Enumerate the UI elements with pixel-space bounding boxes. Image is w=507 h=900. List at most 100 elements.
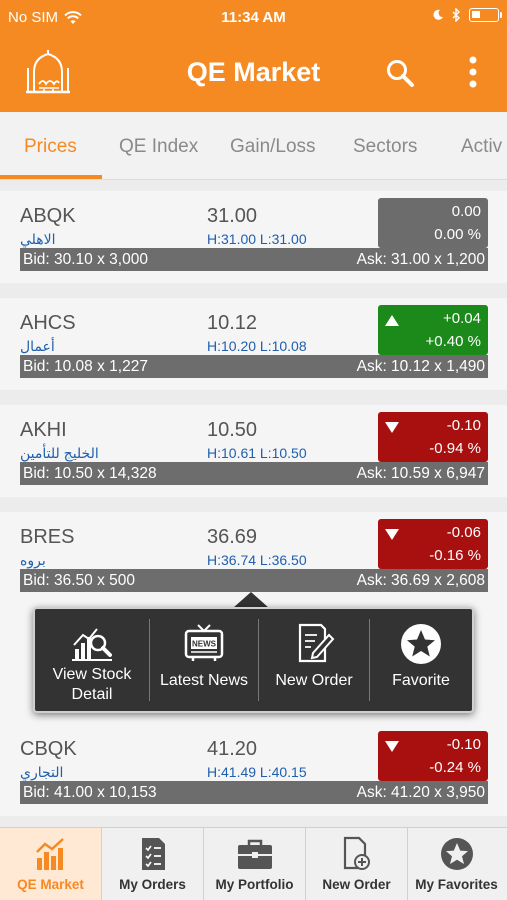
stock-price: 36.69 [207, 526, 258, 548]
stock-high-low: H:41.49 L:40.15 [207, 764, 307, 780]
ask-text: Ask: 10.12 x 1,490 [356, 358, 485, 375]
status-time: 11:34 AM [221, 9, 286, 26]
stock-symbol: BRES [20, 526, 75, 548]
star-circle-icon [401, 624, 441, 664]
news-tv-icon: NEWS [184, 624, 224, 661]
favorite-label: Favorite [392, 672, 450, 689]
app-bar: QE Market [0, 34, 507, 112]
tab-active[interactable]: Activ [461, 136, 502, 158]
arrow-down-icon [385, 741, 399, 752]
bid-text: Bid: 36.50 x 500 [23, 572, 136, 589]
overflow-menu-icon[interactable] [458, 52, 488, 92]
tab-bar: Prices QE Index Gain/Loss Sectors Activ [0, 112, 507, 180]
status-right [432, 8, 502, 22]
nav-my-favorites[interactable]: My Favorites [406, 828, 507, 900]
tab-gain-loss[interactable]: Gain/Loss [230, 136, 316, 158]
new-order-document-icon [343, 836, 370, 870]
bid-ask-bar: Bid: 36.50 x 500 Ask: 36.69 x 2,608 [20, 569, 488, 592]
edit-document-icon [298, 623, 335, 663]
change-amount: 0.00 [451, 203, 481, 220]
ask-text: Ask: 41.20 x 3,950 [356, 784, 485, 801]
change-percent: +0.40 % [425, 333, 481, 350]
orders-list-icon [141, 838, 165, 870]
stock-row[interactable]: CBQK التجاري 41.20 H:41.49 L:40.15 -0.10… [0, 724, 507, 816]
bid-ask-bar: Bid: 10.50 x 14,328 Ask: 10.59 x 6,947 [20, 462, 488, 485]
nav-new-order-label: New Order [322, 877, 391, 892]
stock-symbol: ABQK [20, 205, 76, 227]
change-badge: -0.10 -0.94 % [378, 412, 488, 462]
stock-name-arabic: الخليج للتأمين [20, 445, 99, 461]
change-badge: 0.00 0.00 % [378, 198, 488, 248]
status-bar: No SIM 11:34 AM [0, 0, 507, 34]
stock-high-low: H:10.20 L:10.08 [207, 338, 307, 354]
nav-my-orders[interactable]: My Orders [102, 828, 203, 900]
stock-price: 31.00 [207, 205, 258, 227]
change-percent: 0.00 % [434, 226, 481, 243]
stock-name-arabic: التجاري [20, 764, 64, 780]
nav-new-order[interactable]: New Order [306, 828, 407, 900]
stock-row[interactable]: AKHI الخليج للتأمين 10.50 H:10.61 L:10.5… [0, 405, 507, 497]
stock-high-low: H:36.74 L:36.50 [207, 552, 307, 568]
nav-my-orders-label: My Orders [119, 877, 186, 892]
ask-text: Ask: 31.00 x 1,200 [356, 251, 485, 268]
stock-price: 41.20 [207, 738, 258, 760]
stock-symbol: AKHI [20, 419, 67, 441]
chart-magnifier-icon [72, 628, 112, 661]
bottom-nav: QE Market My Orders My Portfolio New Ord… [0, 827, 507, 900]
briefcase-icon [237, 839, 272, 869]
arrow-down-icon [385, 529, 399, 540]
arrow-down-icon [385, 422, 399, 433]
bid-ask-bar: Bid: 41.00 x 10,153 Ask: 41.20 x 3,950 [20, 781, 488, 804]
view-stock-label-1: View Stock [52, 666, 132, 683]
tab-qe-index[interactable]: QE Index [119, 136, 198, 158]
nav-my-portfolio-label: My Portfolio [215, 877, 294, 892]
nav-my-favorites-label: My Favorites [415, 877, 498, 892]
change-badge: -0.06 -0.16 % [378, 519, 488, 569]
change-badge: -0.10 -0.24 % [378, 731, 488, 781]
moon-icon [433, 9, 443, 20]
stock-high-low: H:10.61 L:10.50 [207, 445, 307, 461]
favorites-star-icon [440, 838, 473, 870]
bid-text: Bid: 10.08 x 1,227 [23, 358, 148, 375]
stock-price: 10.50 [207, 419, 258, 441]
active-tab-indicator [0, 175, 102, 179]
change-percent: -0.94 % [429, 440, 481, 457]
market-chart-icon [35, 838, 64, 870]
search-icon[interactable] [383, 56, 417, 90]
tab-sectors[interactable]: Sectors [353, 136, 417, 158]
change-percent: -0.24 % [429, 759, 481, 776]
change-amount: -0.10 [446, 417, 481, 434]
stock-name-arabic: الاهلي [20, 231, 56, 247]
change-amount: -0.06 [446, 524, 481, 541]
nav-qe-market-label: QE Market [17, 877, 84, 892]
stock-name-arabic: أعمال [20, 338, 55, 354]
stock-name-arabic: بروه [20, 552, 46, 568]
latest-news-label: Latest News [159, 672, 249, 689]
stock-symbol: CBQK [20, 738, 77, 760]
change-amount: +0.04 [443, 310, 481, 327]
nav-qe-market[interactable]: QE Market [0, 828, 101, 900]
bid-text: Bid: 41.00 x 10,153 [23, 784, 157, 801]
bid-text: Bid: 30.10 x 3,000 [23, 251, 148, 268]
new-order-label: New Order [275, 672, 353, 689]
new-order-button[interactable]: New Order [259, 609, 369, 711]
svg-text:NEWS: NEWS [192, 640, 217, 649]
nav-my-portfolio[interactable]: My Portfolio [204, 828, 305, 900]
bid-ask-bar: Bid: 30.10 x 3,000 Ask: 31.00 x 1,200 [20, 248, 488, 271]
bid-text: Bid: 10.50 x 14,328 [23, 465, 157, 482]
view-stock-detail-button[interactable]: View Stock Detail [35, 609, 149, 711]
view-stock-label-2: Detail [71, 686, 113, 703]
stock-row[interactable]: AHCS أعمال 10.12 H:10.20 L:10.08 +0.04 +… [0, 298, 507, 390]
stock-high-low: H:31.00 L:31.00 [207, 231, 307, 247]
change-amount: -0.10 [446, 736, 481, 753]
battery-icon [469, 8, 502, 22]
latest-news-button[interactable]: NEWS Latest News [150, 609, 258, 711]
bid-ask-bar: Bid: 10.08 x 1,227 Ask: 10.12 x 1,490 [20, 355, 488, 378]
stock-row[interactable]: ABQK الاهلي 31.00 H:31.00 L:31.00 0.00 0… [0, 191, 507, 283]
ask-text: Ask: 36.69 x 2,608 [356, 572, 485, 589]
app-title: QE Market [186, 57, 321, 87]
favorite-button[interactable]: Favorite [370, 609, 472, 711]
tab-prices[interactable]: Prices [24, 136, 77, 158]
ask-text: Ask: 10.59 x 6,947 [356, 465, 485, 482]
change-percent: -0.16 % [429, 547, 481, 564]
